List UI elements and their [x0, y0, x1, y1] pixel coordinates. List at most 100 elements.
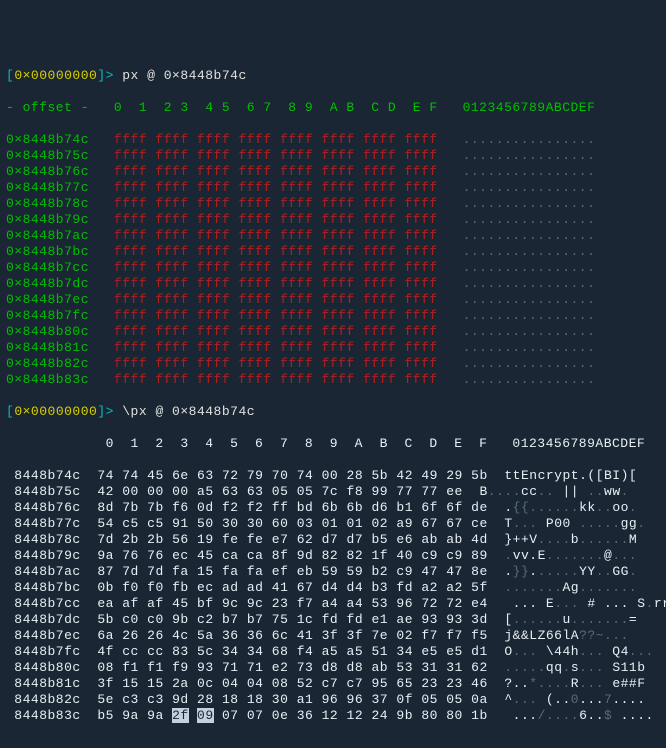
header-row-2: 0 1 2 3 4 5 6 7 8 9 A B C D E F 01234567…: [6, 436, 660, 452]
row-ascii: ................: [438, 356, 596, 371]
row-hex: 3f 15 15 2a 0c 04 04 08 52 c7 c7 95 65 2…: [81, 676, 488, 691]
row-hex: 87 7d 7d fa 15 fa fa ef eb 59 59 b2 c9 4…: [81, 564, 488, 579]
hexdump-root: { "prompt1": {"open":"[","hex":"0×000000…: [0, 0, 666, 748]
row-hex: ffff ffff ffff ffff ffff ffff ffff ffff: [89, 228, 438, 243]
row-hex: ffff ffff ffff ffff ffff ffff ffff ffff: [89, 276, 438, 291]
row-hex: ffff ffff ffff ffff ffff ffff ffff ffff: [89, 212, 438, 227]
hex-row: 0×8448b76c ffff ffff ffff ffff ffff ffff…: [6, 164, 660, 180]
row-addr: 0×8448b81c: [6, 340, 89, 355]
row-ascii: .....qq.s... S11b: [488, 660, 646, 675]
row-ascii: ................: [438, 340, 596, 355]
hex-row: 0×8448b7cc ffff ffff ffff ffff ffff ffff…: [6, 260, 660, 276]
row-ascii: ................: [438, 292, 596, 307]
row-addr: 0×8448b79c: [6, 212, 89, 227]
hex-row: 8448b75c 42 00 00 00 a5 63 63 05 05 7c f…: [6, 484, 660, 500]
hex-row: 0×8448b75c ffff ffff ffff ffff ffff ffff…: [6, 148, 660, 164]
row-addr: 0×8448b7bc: [6, 244, 89, 259]
row-hex: 5e c3 c3 9d 28 18 18 30 a1 96 96 37 0f 0…: [81, 692, 488, 707]
row-ascii: O... \44h... Q4...: [488, 644, 654, 659]
hex-row: 8448b7bc 0b f0 f0 fb ec ad ad 41 67 d4 d…: [6, 580, 660, 596]
hex-row: 0×8448b77c ffff ffff ffff ffff ffff ffff…: [6, 180, 660, 196]
hex-row: 0×8448b78c ffff ffff ffff ffff ffff ffff…: [6, 196, 660, 212]
row-addr: 8448b79c: [6, 548, 81, 563]
row-ascii: ... E... # ... S.rr.: [488, 596, 666, 611]
command-text: px @ 0×8448b74c: [122, 68, 247, 83]
hex-row: 8448b78c 7d 2b 2b 56 19 fe fe e7 62 d7 d…: [6, 532, 660, 548]
hex-row: 8448b74c 74 74 45 6e 63 72 79 70 74 00 2…: [6, 468, 660, 484]
row-ascii: ................: [438, 196, 596, 211]
row-hex: 0b f0 f0 fb ec ad ad 41 67 d4 d4 b3 fd a…: [81, 580, 488, 595]
prompt-hex: 0×00000000: [14, 404, 97, 419]
row-ascii: ................: [438, 132, 596, 147]
hex-row: 0×8448b7ac ffff ffff ffff ffff ffff ffff…: [6, 228, 660, 244]
row-ascii: ................: [438, 308, 596, 323]
hex-row: 8448b79c 9a 76 76 ec 45 ca ca 8f 9d 82 8…: [6, 548, 660, 564]
row-addr: 0×8448b7ec: [6, 292, 89, 307]
row-addr: 0×8448b74c: [6, 132, 89, 147]
row-hex: ffff ffff ffff ffff ffff ffff ffff ffff: [89, 148, 438, 163]
row-ascii: .}}......YY..GG.: [488, 564, 637, 579]
row-hex: b5 9a 9a 2f 09 07 07 0e 36 12 12 24 9b 8…: [81, 708, 488, 723]
row-addr: 0×8448b78c: [6, 196, 89, 211]
hex-row: 8448b7ac 87 7d 7d fa 15 fa fa ef eb 59 5…: [6, 564, 660, 580]
row-ascii: ................: [438, 228, 596, 243]
row-hex: ffff ffff ffff ffff ffff ffff ffff ffff: [89, 260, 438, 275]
row-addr: 8448b80c: [6, 660, 81, 675]
row-hex: 4f cc cc 83 5c 34 34 68 f4 a5 a5 51 34 e…: [81, 644, 488, 659]
hex-row: 0×8448b81c ffff ffff ffff ffff ffff ffff…: [6, 340, 660, 356]
row-addr: 8448b7ec: [6, 628, 81, 643]
hex-row: 0×8448b80c ffff ffff ffff ffff ffff ffff…: [6, 324, 660, 340]
row-addr: 0×8448b7ac: [6, 228, 89, 243]
row-addr: 8448b7ac: [6, 564, 81, 579]
row-addr: 8448b83c: [6, 708, 81, 723]
hex-row: 0×8448b82c ffff ffff ffff ffff ffff ffff…: [6, 356, 660, 372]
row-ascii: ................: [438, 324, 596, 339]
row-ascii: ................: [438, 180, 596, 195]
row-ascii: T... P00 .....gg.: [488, 516, 646, 531]
hex-row: 8448b77c 54 c5 c5 91 50 30 30 60 03 01 0…: [6, 516, 660, 532]
hex-row: 0×8448b7fc ffff ffff ffff ffff ffff ffff…: [6, 308, 660, 324]
prompt-line-1[interactable]: [0×00000000]> px @ 0×8448b74c: [6, 68, 660, 84]
row-hex: ffff ffff ffff ffff ffff ffff ffff ffff: [89, 324, 438, 339]
row-ascii: .{{......kk..oo.: [488, 500, 637, 515]
row-addr: 0×8448b82c: [6, 356, 89, 371]
prompt-line-2[interactable]: [0×00000000]> \px @ 0×8448b74c: [6, 404, 660, 420]
hex-row: 8448b80c 08 f1 f1 f9 93 71 71 e2 73 d8 d…: [6, 660, 660, 676]
row-hex: ffff ffff ffff ffff ffff ffff ffff ffff: [89, 244, 438, 259]
header-row-1: - offset - 0 1 2 3 4 5 6 7 8 9 A B C D E…: [6, 100, 660, 116]
hex-row: 8448b82c 5e c3 c3 9d 28 18 18 30 a1 96 9…: [6, 692, 660, 708]
row-addr: 0×8448b7dc: [6, 276, 89, 291]
row-addr: 8448b81c: [6, 676, 81, 691]
row-ascii: ................: [438, 148, 596, 163]
hex-row: 8448b7ec 6a 26 26 4c 5a 36 36 6c 41 3f 3…: [6, 628, 660, 644]
command-text: \px @ 0×8448b74c: [122, 404, 255, 419]
hex-row: 0×8448b7bc ffff ffff ffff ffff ffff ffff…: [6, 244, 660, 260]
row-hex: 54 c5 c5 91 50 30 30 60 03 01 01 02 a9 6…: [81, 516, 488, 531]
hex-row: 0×8448b79c ffff ffff ffff ffff ffff ffff…: [6, 212, 660, 228]
row-addr: 8448b74c: [6, 468, 81, 483]
row-addr: 0×8448b76c: [6, 164, 89, 179]
row-hex: ffff ffff ffff ffff ffff ffff ffff ffff: [89, 308, 438, 323]
row-addr: 8448b76c: [6, 500, 81, 515]
row-ascii: ttEncrypt.([BI)[: [488, 468, 637, 483]
row-addr: 8448b75c: [6, 484, 81, 499]
row-hex: 9a 76 76 ec 45 ca ca 8f 9d 82 82 1f 40 c…: [81, 548, 488, 563]
row-hex: 6a 26 26 4c 5a 36 36 6c 41 3f 3f 7e 02 f…: [81, 628, 488, 643]
row-addr: 8448b7fc: [6, 644, 81, 659]
hex-row: 0×8448b7ec ffff ffff ffff ffff ffff ffff…: [6, 292, 660, 308]
row-addr: 8448b7bc: [6, 580, 81, 595]
row-ascii: j&&LZ66lA??~...: [488, 628, 629, 643]
row-hex: ea af af 45 bf 9c 9c 23 f7 a4 a4 53 96 7…: [81, 596, 488, 611]
row-hex: 08 f1 f1 f9 93 71 71 e2 73 d8 d8 ab 53 3…: [81, 660, 488, 675]
row-ascii: ^... (..0...7....: [488, 692, 646, 707]
row-hex: ffff ffff ffff ffff ffff ffff ffff ffff: [89, 356, 438, 371]
hex-row: 8448b7fc 4f cc cc 83 5c 34 34 68 f4 a5 a…: [6, 644, 660, 660]
row-addr: 0×8448b7cc: [6, 260, 89, 275]
prompt-hex: 0×00000000: [14, 68, 97, 83]
hex-row: 8448b76c 8d 7b 7b f6 0d f2 f2 ff bd 6b 6…: [6, 500, 660, 516]
row-hex: 42 00 00 00 a5 63 63 05 05 7c f8 99 77 7…: [81, 484, 463, 499]
bracket-close: ]>: [97, 68, 122, 83]
row-addr: 8448b78c: [6, 532, 81, 547]
row-ascii: ................: [438, 164, 596, 179]
hex-row: 8448b7cc ea af af 45 bf 9c 9c 23 f7 a4 a…: [6, 596, 660, 612]
